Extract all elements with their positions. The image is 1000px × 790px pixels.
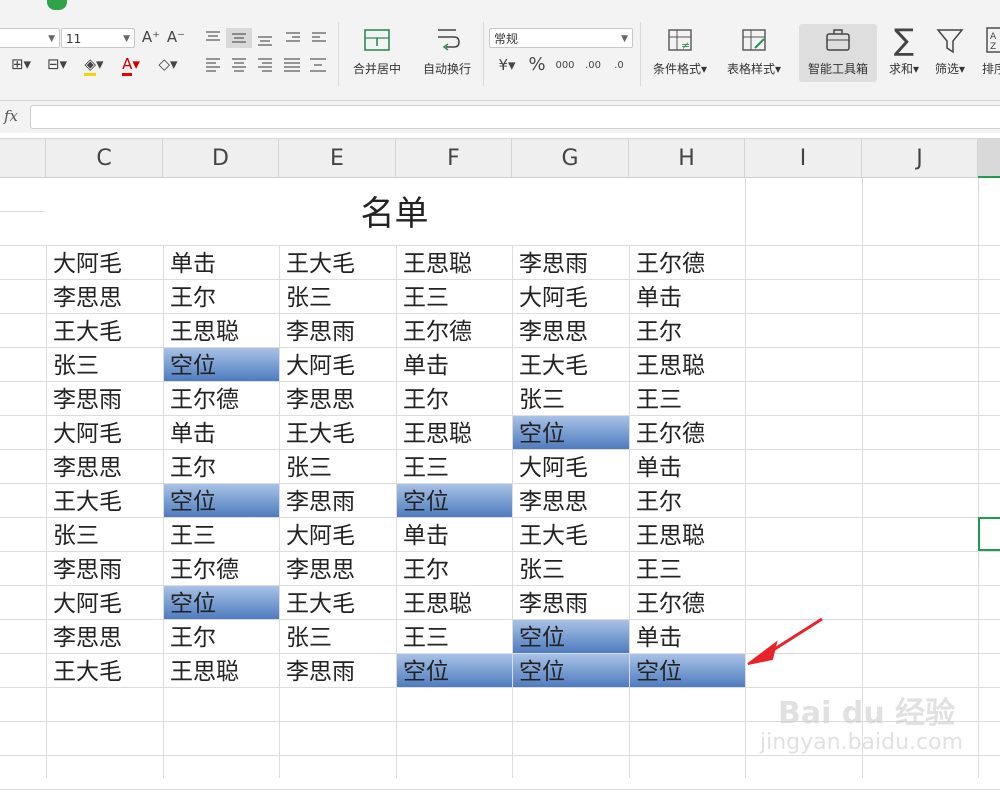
arrow-head: [747, 640, 778, 665]
arrow-shaft: [769, 617, 823, 654]
annotation-arrow: [747, 617, 823, 665]
